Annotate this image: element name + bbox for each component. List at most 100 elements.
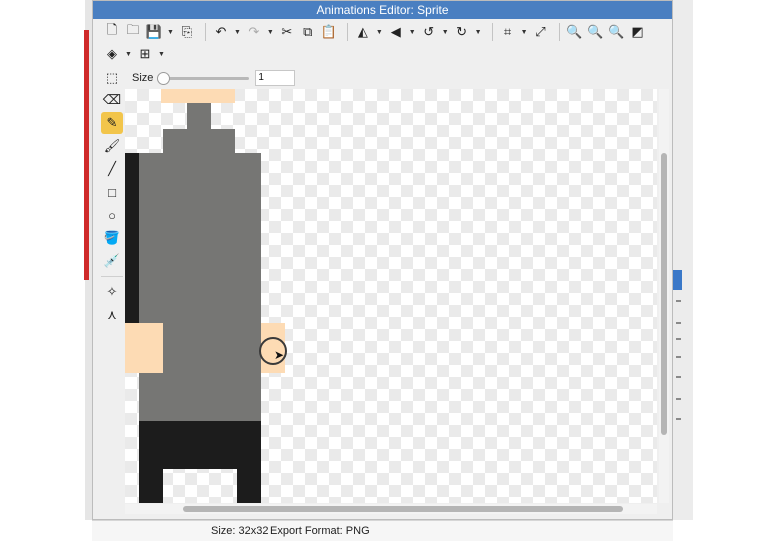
- crop-icon: ⌗: [503, 24, 512, 39]
- dropdown-arrow-icon[interactable]: ▼: [475, 29, 482, 36]
- crop-button[interactable]: ⌗: [499, 22, 517, 42]
- tool-brush[interactable]: 🖌: [101, 135, 123, 157]
- brush-icon: 🖌: [103, 138, 121, 153]
- dropdown-arrow-icon[interactable]: ▼: [125, 51, 132, 58]
- rectangle-icon: □: [108, 184, 116, 200]
- zoom-in-button[interactable]: 🔍: [566, 22, 584, 42]
- toolbar-separator: [204, 23, 206, 41]
- tool-pencil[interactable]: ✎: [101, 112, 123, 134]
- transform-icon: ⋏: [107, 307, 117, 322]
- background-tick: [676, 338, 681, 340]
- save-button[interactable]: 💾: [145, 22, 163, 42]
- copy-button[interactable]: ⧉: [299, 22, 317, 42]
- fullscreen-button[interactable]: ◩: [629, 22, 647, 42]
- resize-button[interactable]: ⤢: [532, 22, 550, 42]
- dropdown-arrow-icon[interactable]: ▼: [442, 29, 449, 36]
- flip-horizontal-button[interactable]: ◭: [354, 22, 372, 42]
- background-blue-tab: [672, 270, 682, 290]
- size-input[interactable]: 1: [255, 70, 296, 86]
- dropdown-arrow-icon[interactable]: ▼: [521, 29, 528, 36]
- vertical-scroll-thumb[interactable]: [661, 153, 667, 435]
- background-tick: [676, 322, 681, 324]
- sprite-neck: [187, 103, 211, 129]
- cut-button[interactable]: ✂: [278, 22, 296, 42]
- vertical-scrollbar[interactable]: [659, 89, 669, 503]
- dropdown-arrow-icon[interactable]: ▼: [376, 29, 383, 36]
- status-bar: Size: 32x32 Export Format: PNG: [92, 520, 673, 541]
- dropdown-arrow-icon[interactable]: ▼: [167, 29, 174, 36]
- tool-rectangle[interactable]: □: [101, 181, 123, 203]
- zoom-out-icon: 🔍: [587, 24, 604, 39]
- toolbar-separator: [346, 23, 348, 41]
- background-tick: [676, 418, 681, 420]
- copy-icon: ⧉: [303, 24, 313, 39]
- undo-button[interactable]: ↶: [212, 22, 230, 42]
- open-button[interactable]: 🗀: [124, 22, 142, 42]
- dropdown-arrow-icon[interactable]: ▼: [267, 29, 274, 36]
- rotate-right-icon: ↻: [456, 24, 468, 39]
- folder-icon: 🗀: [126, 22, 140, 37]
- new-file-button[interactable]: 🗋: [103, 22, 121, 42]
- tool-line[interactable]: ╱: [101, 158, 123, 180]
- size-slider[interactable]: [157, 71, 250, 85]
- sprite-left-leg: [139, 469, 163, 503]
- flip-vertical-button[interactable]: ◀: [387, 22, 405, 42]
- drawing-canvas[interactable]: ➤: [125, 89, 657, 503]
- fullscreen-icon: ◩: [631, 24, 644, 39]
- zoom-fit-button[interactable]: 🔍: [608, 22, 626, 42]
- expand-icon: ⤢: [535, 24, 546, 39]
- background-tick: [676, 376, 681, 378]
- tool-separator: [101, 276, 123, 277]
- main-toolbar: 🗋 🗀 💾 ▼ ⎘ ↶ ▼ ↷ ▼ ✂ ⧉ 📋 ◭ ▼ ◀ ▼ ↺ ▼ ↻ ▼ ⌗ ▼ ⤢ 🔍 🔍 🔍 ◩: [103, 21, 650, 43]
- tool-fill[interactable]: 🪣: [101, 227, 123, 249]
- tool-eraser[interactable]: ⌫: [101, 89, 123, 111]
- selection-rect-icon[interactable]: ⬚: [103, 68, 121, 88]
- sprite-right-leg: [237, 469, 261, 503]
- view-toolbar: ◈ ▼ ⊞ ▼: [103, 43, 169, 65]
- animations-editor-window: Animations Editor: Sprite 🗋 🗀 💾 ▼ ⎘ ↶ ▼ ↷ ▼ ✂ ⧉ 📋 ◭ ▼…: [92, 0, 673, 520]
- flip-vertical-icon: ◀: [390, 24, 401, 39]
- rotate-right-button[interactable]: ↻: [453, 22, 471, 42]
- tool-magic-wand[interactable]: ✧: [101, 281, 123, 303]
- horizontal-scrollbar[interactable]: [125, 504, 657, 514]
- sprite-head-skin: [161, 89, 235, 103]
- redo-button[interactable]: ↷: [245, 22, 263, 42]
- status-size: Size: 32x32: [211, 525, 269, 537]
- export-icon: ⎘: [181, 24, 193, 39]
- eraser-icon: ⌫: [102, 92, 122, 107]
- layers-button[interactable]: ◈: [103, 44, 121, 64]
- grid-button[interactable]: ⊞: [136, 44, 154, 64]
- layers-icon: ◈: [107, 46, 117, 61]
- slider-thumb[interactable]: [157, 72, 171, 85]
- ellipse-icon: ○: [108, 207, 116, 223]
- background-tick: [676, 398, 681, 400]
- redo-icon: ↷: [248, 24, 260, 39]
- size-label: Size: [132, 72, 154, 84]
- dropdown-arrow-icon[interactable]: ▼: [409, 29, 416, 36]
- export-button[interactable]: ⎘: [178, 22, 196, 42]
- magic-wand-icon: ✧: [106, 284, 118, 299]
- tool-options-bar: ⬚ Size 1: [103, 67, 296, 89]
- dropdown-arrow-icon[interactable]: ▼: [158, 51, 165, 58]
- save-icon: 💾: [145, 24, 163, 39]
- tool-ellipse[interactable]: ○: [101, 204, 123, 226]
- window-title: Animations Editor: Sprite: [93, 1, 672, 19]
- horizontal-scroll-thumb[interactable]: [183, 506, 623, 512]
- paste-button[interactable]: 📋: [320, 22, 338, 42]
- paint-bucket-icon: 🪣: [103, 230, 121, 245]
- background-tick: [676, 300, 681, 302]
- sprite-outline-left: [125, 153, 139, 323]
- dropdown-arrow-icon[interactable]: ▼: [234, 29, 241, 36]
- scissors-icon: ✂: [281, 24, 293, 39]
- eyedropper-icon: 💉: [103, 253, 121, 268]
- line-icon: ╱: [108, 161, 116, 176]
- tool-eyedropper[interactable]: 💉: [101, 250, 123, 272]
- tool-transform[interactable]: ⋏: [101, 304, 123, 326]
- background-tick: [676, 356, 681, 358]
- sprite-body: [139, 153, 261, 421]
- zoom-out-button[interactable]: 🔍: [587, 22, 605, 42]
- rotate-left-button[interactable]: ↺: [420, 22, 438, 42]
- sprite-pants: [139, 421, 261, 469]
- grid-icon: ⊞: [139, 46, 151, 61]
- undo-icon: ↶: [215, 24, 227, 39]
